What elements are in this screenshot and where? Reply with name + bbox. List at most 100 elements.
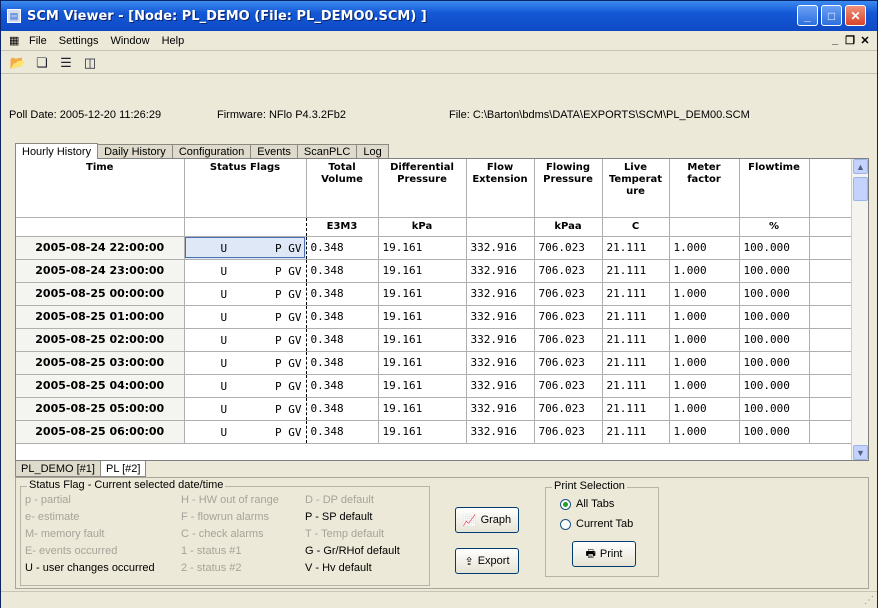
tab-daily-history[interactable]: Daily History <box>97 144 173 159</box>
cell-live-temperature[interactable]: 21.111 <box>602 374 670 398</box>
cell-flowing-pressure[interactable]: 706.023 <box>534 420 603 444</box>
cell-time[interactable]: 2005-08-25 04:00:00 <box>16 374 185 398</box>
cell-meter-factor[interactable]: 1.000 <box>669 328 740 352</box>
mdi-restore-icon[interactable]: ❐ <box>844 34 856 47</box>
cell-differential-pressure[interactable]: 19.161 <box>378 282 467 306</box>
scroll-thumb[interactable] <box>853 177 868 201</box>
cell-time[interactable]: 2005-08-25 06:00:00 <box>16 420 185 444</box>
close-button[interactable]: ✕ <box>845 5 866 26</box>
cell-flowing-pressure[interactable]: 706.023 <box>534 351 603 375</box>
cell-flow-extension[interactable]: 332.916 <box>466 420 535 444</box>
cell-live-temperature[interactable]: 21.111 <box>602 282 670 306</box>
tab-configuration[interactable]: Configuration <box>171 144 252 159</box>
table-row[interactable]: 2005-08-25 04:00:00 U P GV 0.348 19.161 332.9… <box>16 374 854 398</box>
tab-scanplc[interactable]: ScanPLC <box>296 144 358 159</box>
cell-live-temperature[interactable]: 21.111 <box>602 397 670 421</box>
header-time[interactable]: Time <box>16 159 185 218</box>
cell-total-volume[interactable]: 0.348 <box>306 282 379 306</box>
tile-vertical-icon[interactable]: ◫ <box>81 54 99 72</box>
cell-time[interactable]: 2005-08-24 23:00:00 <box>16 259 185 283</box>
export-button[interactable]: ⇪ Export <box>455 548 519 574</box>
cell-status-flags[interactable]: U P GV <box>184 305 307 329</box>
cell-time[interactable]: 2005-08-25 03:00:00 <box>16 351 185 375</box>
cell-time[interactable]: 2005-08-25 01:00:00 <box>16 305 185 329</box>
cell-flow-extension[interactable]: 332.916 <box>466 328 535 352</box>
cell-differential-pressure[interactable]: 19.161 <box>378 259 467 283</box>
cell-total-volume[interactable]: 0.348 <box>306 236 379 260</box>
cell-differential-pressure[interactable]: 19.161 <box>378 420 467 444</box>
cell-flowtime[interactable]: 100.000 <box>739 420 810 444</box>
cell-flow-extension[interactable]: 332.916 <box>466 397 535 421</box>
table-row[interactable]: 2005-08-25 00:00:00 U P GV 0.348 19.161 332.9… <box>16 282 854 306</box>
cascade-icon[interactable]: ❏ <box>33 54 51 72</box>
tab-log[interactable]: Log <box>356 144 389 159</box>
cell-time[interactable]: 2005-08-24 22:00:00 <box>16 236 185 260</box>
tab-hourly-history[interactable]: Hourly History <box>15 143 99 159</box>
menu-window[interactable]: Window <box>110 35 149 47</box>
cell-flowtime[interactable]: 100.000 <box>739 236 810 260</box>
cell-flow-extension[interactable]: 332.916 <box>466 282 535 306</box>
cell-status-flags[interactable]: U P GV <box>184 328 307 352</box>
cell-total-volume[interactable]: 0.348 <box>306 374 379 398</box>
document-icon[interactable]: ▦ <box>9 34 23 48</box>
cell-time[interactable]: 2005-08-25 02:00:00 <box>16 328 185 352</box>
cell-flowtime[interactable]: 100.000 <box>739 259 810 283</box>
cell-flow-extension[interactable]: 332.916 <box>466 305 535 329</box>
cell-flowing-pressure[interactable]: 706.023 <box>534 305 603 329</box>
cell-differential-pressure[interactable]: 19.161 <box>378 305 467 329</box>
cell-total-volume[interactable]: 0.348 <box>306 305 379 329</box>
title-bar[interactable]: ▤ SCM Viewer - [Node: PL_DEMO (File: PL_… <box>1 1 877 31</box>
cell-total-volume[interactable]: 0.348 <box>306 259 379 283</box>
radio-all-tabs[interactable]: All Tabs <box>560 498 614 510</box>
cell-meter-factor[interactable]: 1.000 <box>669 282 740 306</box>
print-button[interactable]: 🖶 Print <box>572 541 636 567</box>
cell-status-flags[interactable]: U P GV <box>184 397 307 421</box>
cell-status-flags[interactable]: U P GV <box>184 259 307 283</box>
cell-differential-pressure[interactable]: 19.161 <box>378 328 467 352</box>
tile-horizontal-icon[interactable]: ☰ <box>57 54 75 72</box>
minimize-button[interactable]: _ <box>797 5 818 26</box>
cell-total-volume[interactable]: 0.348 <box>306 328 379 352</box>
scroll-up-icon[interactable]: ▲ <box>853 159 868 174</box>
cell-flowtime[interactable]: 100.000 <box>739 374 810 398</box>
cell-status-flags[interactable]: U P GV <box>184 236 307 260</box>
cell-live-temperature[interactable]: 21.111 <box>602 328 670 352</box>
cell-total-volume[interactable]: 0.348 <box>306 397 379 421</box>
cell-live-temperature[interactable]: 21.111 <box>602 420 670 444</box>
cell-meter-factor[interactable]: 1.000 <box>669 351 740 375</box>
cell-meter-factor[interactable]: 1.000 <box>669 397 740 421</box>
mdi-minimize-icon[interactable]: _ <box>829 34 841 47</box>
menu-file[interactable]: File <box>29 35 47 47</box>
cell-total-volume[interactable]: 0.348 <box>306 420 379 444</box>
cell-flowing-pressure[interactable]: 706.023 <box>534 282 603 306</box>
vertical-scrollbar[interactable]: ▲ ▼ <box>851 159 868 460</box>
header-meter-factor[interactable]: Meter factor <box>669 159 740 218</box>
cell-live-temperature[interactable]: 21.111 <box>602 351 670 375</box>
cell-differential-pressure[interactable]: 19.161 <box>378 374 467 398</box>
cell-flowing-pressure[interactable]: 706.023 <box>534 236 603 260</box>
menu-settings[interactable]: Settings <box>59 35 99 47</box>
maximize-button[interactable]: □ <box>821 5 842 26</box>
cell-flowing-pressure[interactable]: 706.023 <box>534 328 603 352</box>
cell-flowtime[interactable]: 100.000 <box>739 351 810 375</box>
header-differential-pressure[interactable]: Differential Pressure <box>378 159 467 218</box>
cell-flowtime[interactable]: 100.000 <box>739 328 810 352</box>
table-row[interactable]: 2005-08-25 01:00:00 U P GV 0.348 19.161 332.9… <box>16 305 854 329</box>
folder-open-icon[interactable]: 📂 <box>9 54 27 72</box>
cell-meter-factor[interactable]: 1.000 <box>669 374 740 398</box>
cell-live-temperature[interactable]: 21.111 <box>602 236 670 260</box>
cell-differential-pressure[interactable]: 19.161 <box>378 236 467 260</box>
cell-status-flags[interactable]: U P GV <box>184 282 307 306</box>
cell-flow-extension[interactable]: 332.916 <box>466 236 535 260</box>
cell-live-temperature[interactable]: 21.111 <box>602 305 670 329</box>
tab-node-pl[interactable]: PL [#2] <box>99 461 147 477</box>
table-row[interactable]: 2005-08-25 05:00:00 U P GV 0.348 19.161 332.9… <box>16 397 854 421</box>
radio-current-tab[interactable]: Current Tab <box>560 518 633 530</box>
cell-flowing-pressure[interactable]: 706.023 <box>534 374 603 398</box>
cell-flowing-pressure[interactable]: 706.023 <box>534 259 603 283</box>
cell-time[interactable]: 2005-08-25 00:00:00 <box>16 282 185 306</box>
cell-meter-factor[interactable]: 1.000 <box>669 236 740 260</box>
cell-differential-pressure[interactable]: 19.161 <box>378 397 467 421</box>
cell-flow-extension[interactable]: 332.916 <box>466 259 535 283</box>
header-flow-extension[interactable]: Flow Extension <box>466 159 535 218</box>
